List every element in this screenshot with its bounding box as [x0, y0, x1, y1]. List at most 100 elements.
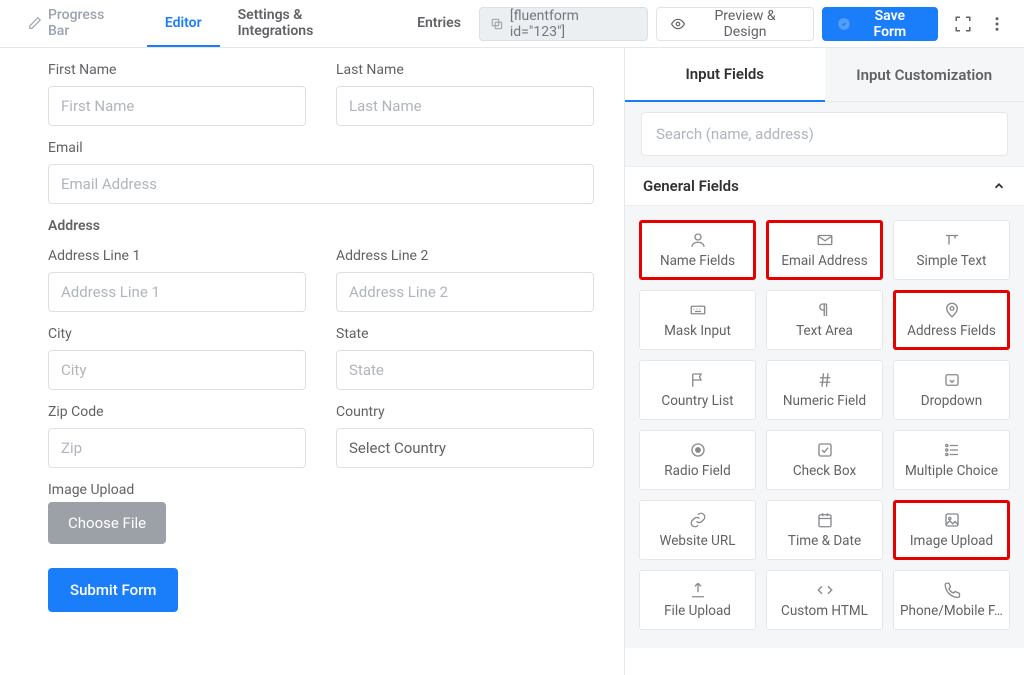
- side-tab-customization[interactable]: Input Customization: [825, 48, 1024, 102]
- nav-tabs: Progress Bar Editor Settings & Integrati…: [10, 0, 479, 47]
- tile-label: Mask Input: [664, 323, 731, 339]
- phone-icon: [943, 581, 961, 599]
- mail-icon: [816, 231, 834, 249]
- save-button[interactable]: Save Form: [822, 7, 938, 41]
- nav-editor[interactable]: Editor: [147, 0, 220, 47]
- tile-label: Numeric Field: [783, 393, 866, 409]
- tile-multiple-choice[interactable]: Multiple Choice: [893, 430, 1010, 490]
- tile-label: Simple Text: [917, 253, 987, 269]
- nav-progress-bar-label: Progress Bar: [48, 7, 129, 39]
- tile-name-fields[interactable]: Name Fields: [639, 220, 756, 280]
- tile-file-upload[interactable]: File Upload: [639, 570, 756, 630]
- tile-label: Check Box: [793, 463, 856, 479]
- save-button-label: Save Form: [857, 8, 923, 40]
- check-icon: [816, 441, 834, 459]
- tile-label: Radio Field: [664, 463, 730, 479]
- user-icon: [689, 231, 707, 249]
- tile-label: Multiple Choice: [905, 463, 998, 479]
- addr2-label: Address Line 2: [336, 248, 594, 264]
- addr1-input[interactable]: [48, 272, 306, 312]
- tile-time-date[interactable]: Time & Date: [766, 500, 883, 560]
- tile-email-address[interactable]: Email Address: [766, 220, 883, 280]
- tile-label: Dropdown: [921, 393, 983, 409]
- para-icon: [816, 301, 834, 319]
- tile-address-fields[interactable]: Address Fields: [893, 290, 1010, 350]
- code-icon: [816, 581, 834, 599]
- tile-simple-text[interactable]: Simple Text: [893, 220, 1010, 280]
- tile-numeric-field[interactable]: Numeric Field: [766, 360, 883, 420]
- choose-file-button[interactable]: Choose File: [48, 502, 166, 544]
- dropdown-icon: [943, 371, 961, 389]
- shortcode-text: [fluentform id="123"]: [510, 8, 638, 40]
- tile-image-upload[interactable]: Image Upload: [893, 500, 1010, 560]
- fullscreen-button[interactable]: [946, 7, 980, 41]
- radio-icon: [689, 441, 707, 459]
- flag-icon: [689, 371, 707, 389]
- nav-settings[interactable]: Settings & Integrations: [220, 0, 399, 47]
- tile-label: Image Upload: [910, 533, 993, 549]
- main: First Name Last Name Email Address Addre…: [0, 48, 1024, 675]
- last-name-input[interactable]: [336, 86, 594, 126]
- addr1-label: Address Line 1: [48, 248, 306, 264]
- tile-text-area[interactable]: Text Area: [766, 290, 883, 350]
- shortcode-box[interactable]: [fluentform id="123"]: [479, 7, 649, 41]
- general-fields-label: General Fields: [643, 177, 739, 195]
- tile-label: Country List: [661, 393, 733, 409]
- tile-label: Text Area: [796, 323, 853, 339]
- city-label: City: [48, 326, 306, 342]
- nav-editor-label: Editor: [165, 15, 202, 31]
- general-fields-header[interactable]: General Fields: [625, 166, 1024, 206]
- copy-icon: [490, 17, 504, 31]
- text-icon: [943, 231, 961, 249]
- chevron-up-icon: [992, 179, 1006, 193]
- calendar-icon: [816, 511, 834, 529]
- more-button[interactable]: [980, 7, 1014, 41]
- tile-label: Address Fields: [907, 323, 996, 339]
- tile-website-url[interactable]: Website URL: [639, 500, 756, 560]
- search-wrap: [625, 102, 1024, 166]
- email-label: Email: [48, 140, 594, 156]
- tile-country-list[interactable]: Country List: [639, 360, 756, 420]
- tile-radio-field[interactable]: Radio Field: [639, 430, 756, 490]
- tile-label: Custom HTML: [781, 603, 868, 619]
- upload-icon: [689, 581, 707, 599]
- tile-grid: Name Fields Email Address Simple Text Mask …: [625, 206, 1024, 648]
- tile-label: Name Fields: [660, 253, 735, 269]
- submit-button[interactable]: Submit Form: [48, 568, 178, 612]
- form-canvas: First Name Last Name Email Address Addre…: [0, 48, 624, 675]
- tile-label: File Upload: [664, 603, 731, 619]
- last-name-label: Last Name: [336, 62, 594, 78]
- first-name-input[interactable]: [48, 86, 306, 126]
- link-icon: [689, 511, 707, 529]
- tile-dropdown[interactable]: Dropdown: [893, 360, 1010, 420]
- side-tabs: Input Fields Input Customization: [625, 48, 1024, 102]
- country-select[interactable]: Select Country: [336, 428, 594, 468]
- state-input[interactable]: [336, 350, 594, 390]
- side-tab-fields[interactable]: Input Fields: [625, 48, 825, 102]
- image-upload-label: Image Upload: [48, 482, 134, 498]
- side-panel: Input Fields Input Customization General…: [624, 48, 1024, 675]
- nav-settings-label: Settings & Integrations: [238, 7, 381, 39]
- tile-phone[interactable]: Phone/Mobile F…: [893, 570, 1010, 630]
- tile-custom-html[interactable]: Custom HTML: [766, 570, 883, 630]
- tile-check-box[interactable]: Check Box: [766, 430, 883, 490]
- nav-entries-label: Entries: [417, 15, 461, 31]
- preview-button[interactable]: Preview & Design: [656, 7, 813, 41]
- search-input[interactable]: [641, 112, 1008, 156]
- addr2-input[interactable]: [336, 272, 594, 312]
- more-vertical-icon: [988, 15, 1006, 33]
- nav-entries[interactable]: Entries: [399, 0, 479, 47]
- address-section-label: Address: [48, 218, 594, 234]
- city-input[interactable]: [48, 350, 306, 390]
- pin-icon: [943, 301, 961, 319]
- check-circle-icon: [837, 17, 851, 31]
- email-input[interactable]: [48, 164, 594, 204]
- nav-progress-bar[interactable]: Progress Bar: [10, 0, 147, 47]
- zip-label: Zip Code: [48, 404, 306, 420]
- image-icon: [943, 511, 961, 529]
- list-icon: [943, 441, 961, 459]
- zip-input[interactable]: [48, 428, 306, 468]
- state-label: State: [336, 326, 594, 342]
- tile-mask-input[interactable]: Mask Input: [639, 290, 756, 350]
- hash-icon: [816, 371, 834, 389]
